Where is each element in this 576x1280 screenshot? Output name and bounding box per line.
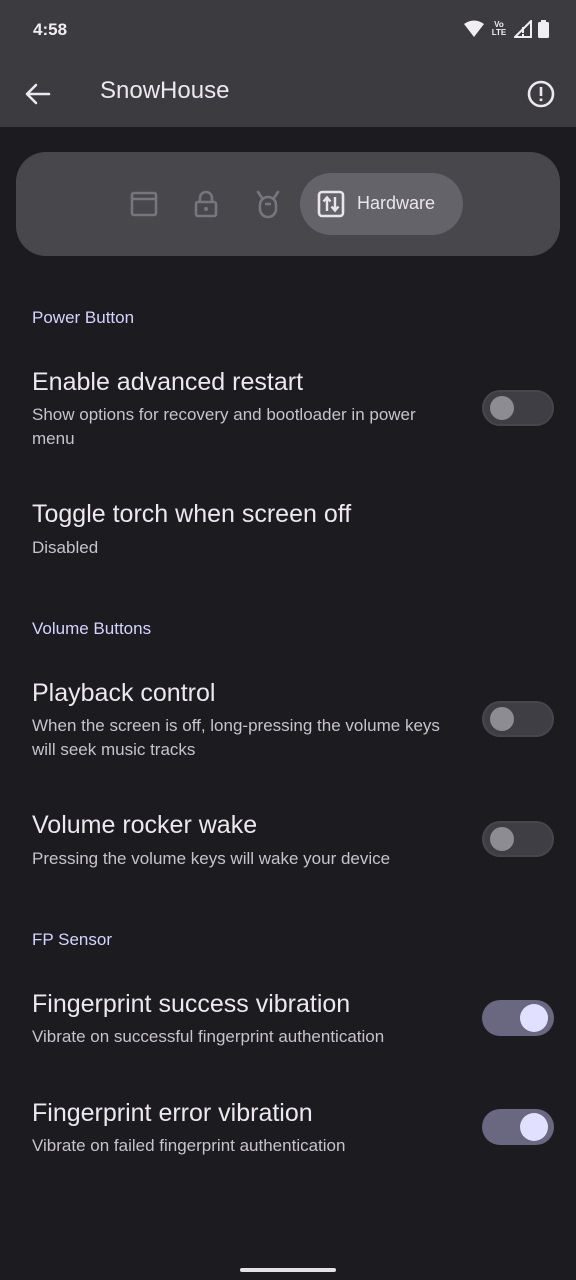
advanced-restart-switch[interactable] (482, 390, 554, 426)
tab-misc[interactable] (251, 187, 285, 221)
setting-subtitle: When the screen is off, long-pressing th… (32, 716, 440, 759)
volume-rocker-wake-switch[interactable] (482, 821, 554, 857)
setting-subtitle: Pressing the volume keys will wake your … (32, 849, 391, 868)
back-button[interactable] (20, 76, 56, 112)
tab-hardware[interactable]: Hardware (300, 173, 463, 235)
setting-subtitle: Disabled (32, 538, 99, 557)
section-header-power-button: Power Button (32, 308, 135, 327)
navigation-handle[interactable] (240, 1268, 336, 1272)
setting-subtitle: Show options for recovery and bootloader… (32, 405, 416, 448)
tab-security[interactable] (189, 187, 223, 221)
volte-icon: Vo LTE (491, 20, 507, 37)
switch-thumb (520, 1004, 548, 1032)
setting-title: Volume rocker wake (32, 811, 258, 839)
fp-success-vibration-switch[interactable] (482, 1000, 554, 1036)
tab-window[interactable] (127, 187, 161, 221)
bug-icon (256, 190, 280, 219)
section-header-volume-buttons: Volume Buttons (32, 619, 152, 638)
app-bar: SnowHouse (0, 62, 576, 127)
setting-title: Toggle torch when screen off (32, 500, 352, 528)
switch-thumb (490, 827, 514, 851)
tab-bar: Hardware (16, 152, 560, 256)
page-title: SnowHouse (100, 77, 230, 104)
tab-hardware-label: Hardware (357, 193, 436, 213)
setting-title: Fingerprint success vibration (32, 990, 351, 1018)
status-icons: Vo LTE (464, 20, 549, 38)
switch-thumb (490, 707, 514, 731)
wifi-icon (464, 20, 484, 37)
status-bar: 4:58 Vo LTE (0, 0, 576, 62)
info-button[interactable] (522, 75, 560, 113)
playback-control-switch[interactable] (482, 701, 554, 737)
setting-subtitle: Vibrate on successful fingerprint authen… (32, 1027, 385, 1046)
section-header-fp-sensor: FP Sensor (32, 930, 113, 949)
info-icon (527, 80, 555, 108)
arrow-back-icon (25, 83, 51, 105)
switch-thumb (520, 1113, 548, 1141)
signal-icon (514, 20, 532, 38)
setting-title: Playback control (32, 679, 216, 707)
setting-title: Fingerprint error vibration (32, 1099, 313, 1127)
battery-icon (538, 20, 549, 38)
fp-error-vibration-switch[interactable] (482, 1109, 554, 1145)
status-time: 4:58 (33, 20, 68, 39)
lock-icon (194, 190, 218, 218)
window-icon (130, 191, 158, 217)
setting-subtitle: Vibrate on failed fingerprint authentica… (32, 1136, 346, 1155)
switch-thumb (490, 396, 514, 420)
setting-title: Enable advanced restart (32, 368, 304, 396)
hardware-swap-icon (317, 190, 345, 218)
